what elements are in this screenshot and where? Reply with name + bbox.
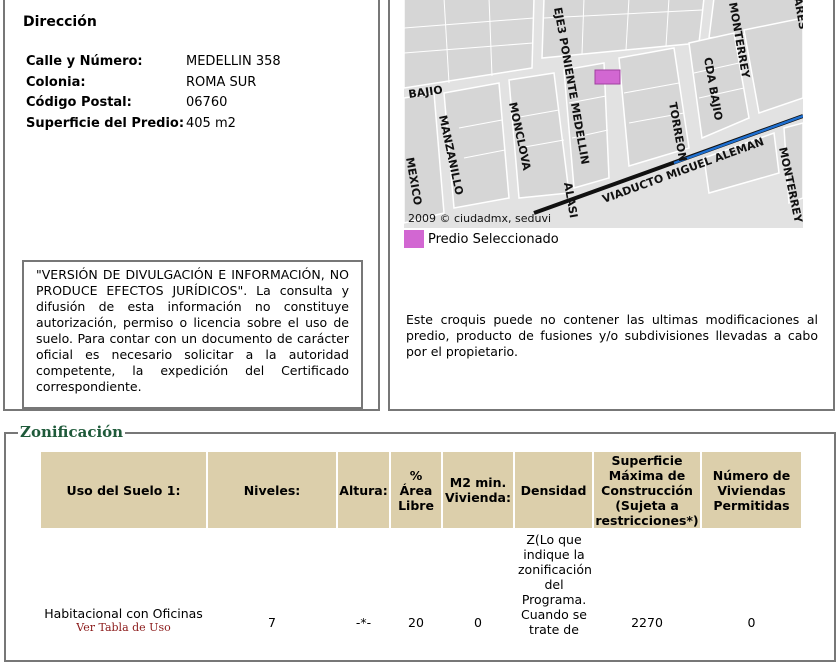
legend-swatch [404, 230, 424, 248]
direccion-panel: Dirección Calle y Número: MEDELLIN 358 C… [3, 0, 380, 411]
cell-altura: -*- [355, 615, 372, 630]
cell-densidad: Z(Lo que indique la zonificación del Pro… [518, 532, 592, 637]
header-m2-min: M2 min. Vivienda: [443, 452, 513, 528]
cell-superficie: 2270 [631, 615, 663, 630]
field-value: MEDELLIN 358 [186, 54, 281, 69]
direccion-title: Dirección [23, 14, 97, 30]
header-uso-suelo: Uso del Suelo 1: [41, 452, 206, 528]
legend-label: Predio Seleccionado [428, 231, 559, 247]
map-legend: Predio Seleccionado [404, 230, 559, 248]
location-map[interactable]: BAJIO EJE3 PONIENTE MEDELLIN MONTERREY C… [404, 0, 803, 228]
map-panel: BAJIO EJE3 PONIENTE MEDELLIN MONTERREY C… [388, 0, 835, 411]
field-value: ROMA SUR [186, 75, 257, 90]
field-value: 06760 [186, 95, 228, 110]
cell-viviendas: 0 [747, 615, 756, 630]
cell-area-libre: 20 [408, 615, 424, 630]
zonificacion-title: Zonificación [18, 423, 126, 441]
map-image: BAJIO EJE3 PONIENTE MEDELLIN MONTERREY C… [404, 0, 803, 228]
selected-parcel [594, 69, 621, 85]
cell-niveles: 7 [268, 615, 276, 630]
legal-disclaimer: "VERSIÓN DE DIVULGACIÓN E INFORMACIÓN, N… [22, 260, 363, 409]
header-niveles: Niveles: [208, 452, 336, 528]
zonificacion-section: Zonificación Uso del Suelo 1: Niveles: A… [4, 423, 836, 662]
ver-tabla-uso-link[interactable]: Ver Tabla de Uso [41, 621, 206, 634]
header-altura: Altura: [338, 452, 389, 528]
uso-value: Habitacional con Oficinas [44, 606, 203, 621]
field-label: Código Postal: [26, 95, 132, 110]
field-label: Superficie del Predio: [26, 116, 185, 131]
header-area-libre: % Área Libre [391, 452, 441, 528]
header-num-viviendas: Número de Viviendas Permitidas [702, 452, 801, 528]
header-superficie-max: Superficie Máxima de Construcción (Sujet… [594, 452, 700, 528]
map-copyright: 2009 © ciudadmx, seduvi [408, 212, 551, 225]
map-note: Este croquis puede no contener las ultim… [406, 312, 818, 359]
cell-m2-min: 0 [474, 615, 482, 630]
field-label: Calle y Número: [26, 54, 143, 69]
field-label: Colonia: [26, 75, 86, 90]
header-densidad: Densidad [515, 452, 592, 528]
field-value: 405 m2 [186, 116, 236, 131]
